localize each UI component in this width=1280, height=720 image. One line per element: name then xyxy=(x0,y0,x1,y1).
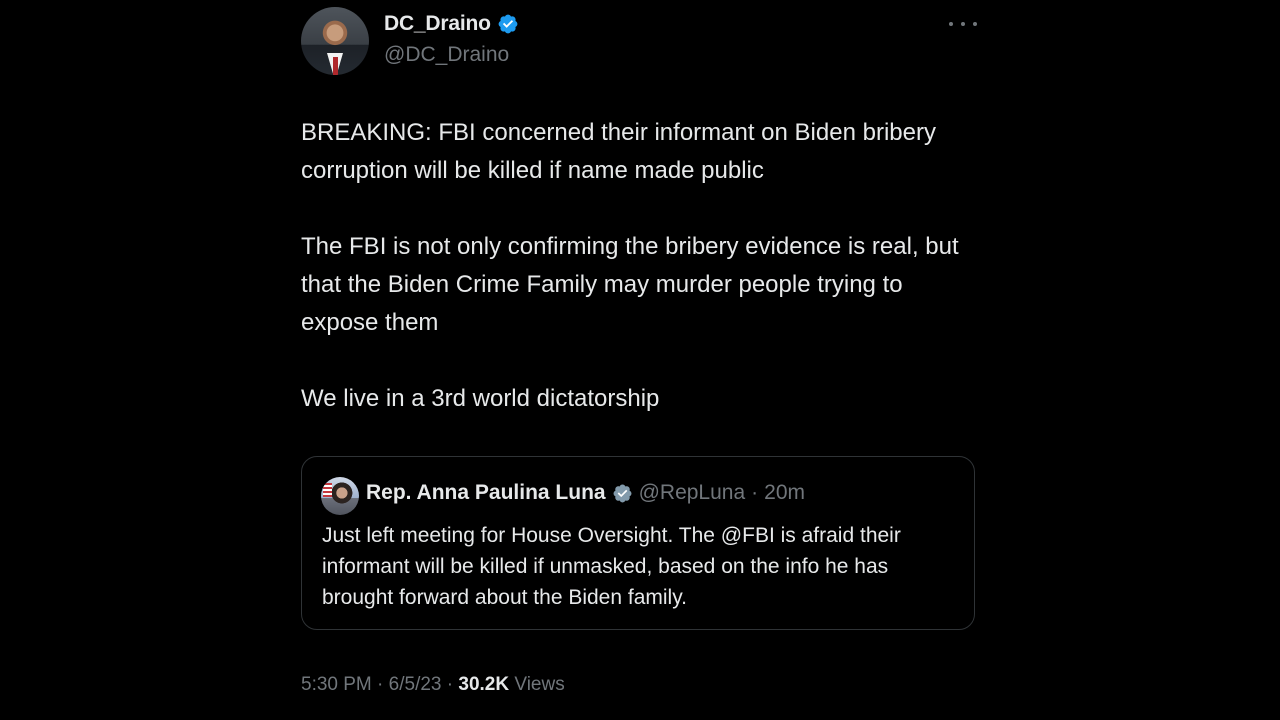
quoted-header: Rep. Anna Paulina Luna @RepLuna · 20m xyxy=(366,481,805,505)
more-options-icon[interactable] xyxy=(949,14,977,34)
avatar-tie xyxy=(333,57,338,75)
tweet-paragraph: BREAKING: FBI concerned their informant … xyxy=(301,119,936,184)
flag-icon xyxy=(323,483,332,497)
government-verified-badge-icon xyxy=(613,484,632,502)
author-avatar[interactable] xyxy=(301,7,369,75)
author-name-row: DC_Draino xyxy=(384,12,519,36)
dot xyxy=(961,22,965,26)
views-count[interactable]: 30.2K xyxy=(458,674,509,695)
author-display-name[interactable]: DC_Draino xyxy=(384,12,491,36)
views-label: Views xyxy=(514,674,565,695)
dot xyxy=(973,22,977,26)
tweet-text: BREAKING: FBI concerned their informant … xyxy=(301,114,971,418)
quoted-time[interactable]: 20m xyxy=(764,481,805,505)
quoted-display-name[interactable]: Rep. Anna Paulina Luna xyxy=(366,481,606,505)
verified-badge-icon xyxy=(498,14,518,34)
quoted-text: Just left meeting for House Oversight. T… xyxy=(322,524,901,609)
dot xyxy=(949,22,953,26)
meta-separator: · xyxy=(446,674,454,695)
quoted-tweet[interactable]: Rep. Anna Paulina Luna @RepLuna · 20m Ju… xyxy=(301,456,975,630)
author-handle[interactable]: @DC_Draino xyxy=(384,43,509,67)
tweet-meta: 5:30 PM · 6/5/23 · 30.2K Views xyxy=(301,674,565,696)
tweet-paragraph: The FBI is not only confirming the bribe… xyxy=(301,233,959,336)
tweet-paragraph: We live in a 3rd world dictatorship xyxy=(301,385,660,412)
quoted-separator: · xyxy=(751,481,759,504)
quoted-handle[interactable]: @RepLuna xyxy=(639,481,746,505)
tweet: DC_Draino @DC_Draino BREAKING: FBI conce… xyxy=(301,0,981,720)
meta-separator: · xyxy=(377,674,384,695)
tweet-date[interactable]: 6/5/23 xyxy=(389,674,442,695)
quoted-author-avatar[interactable] xyxy=(321,477,359,515)
tweet-time[interactable]: 5:30 PM xyxy=(301,674,372,695)
